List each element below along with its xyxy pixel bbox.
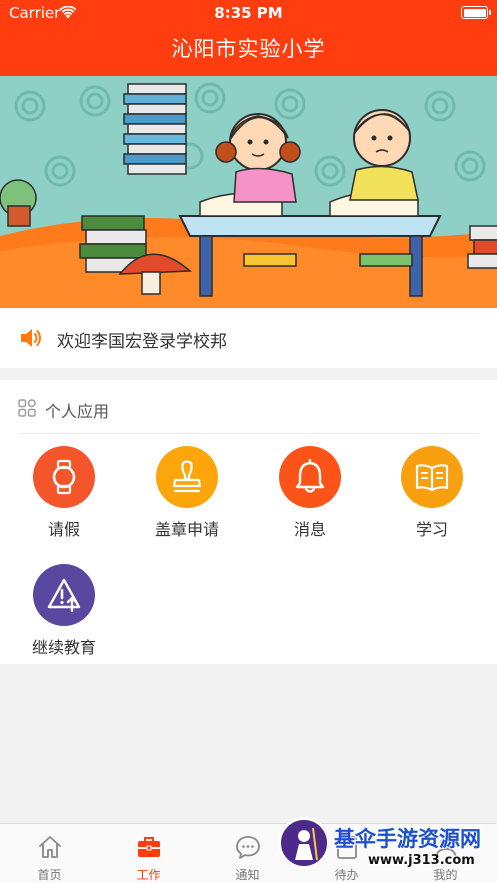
tab-home[interactable]: 首页 <box>0 824 99 883</box>
briefcase-icon <box>138 837 160 857</box>
stamp-icon <box>172 460 202 493</box>
watermark-logo-icon <box>278 817 330 869</box>
app-label: 学习 <box>415 520 448 539</box>
app-icon-circle <box>156 446 218 508</box>
chat-icon <box>236 836 260 859</box>
app-study[interactable]: 学习 <box>377 446 487 542</box>
app-label: 盖章申请 <box>154 520 219 539</box>
cartoon-kids-reading-illustration <box>0 76 497 308</box>
app-label: 继续教育 <box>31 638 96 657</box>
watermark-text: 基伞手游资源网 <box>334 827 481 851</box>
warning-upload-icon <box>47 578 81 613</box>
app-icon-circle <box>33 446 95 508</box>
grid-icon <box>18 399 36 417</box>
app-continuing-education[interactable]: 继续教育 <box>9 564 119 660</box>
app-icon-circle <box>279 446 341 508</box>
page-title: 沁阳市实验小学 <box>171 37 326 61</box>
app-leave-request[interactable]: 请假 <box>9 446 119 542</box>
app-header: Carrier 8:35 PM 沁阳市实验小学 <box>0 0 497 76</box>
status-bar: Carrier 8:35 PM <box>0 0 497 26</box>
app-label: 请假 <box>47 520 80 539</box>
app-stamp-request[interactable]: 盖章申请 <box>132 446 242 542</box>
status-time: 8:35 PM <box>214 4 283 22</box>
app-label: 消息 <box>293 520 326 539</box>
battery-icon <box>461 6 491 19</box>
bell-icon <box>295 459 325 493</box>
app-icon-circle <box>401 446 463 508</box>
home-icon <box>39 836 61 858</box>
section-divider <box>18 433 479 434</box>
watermark-url: www.j313.com <box>368 853 475 868</box>
watch-icon <box>52 459 76 495</box>
tab-label: 工作 <box>136 868 161 882</box>
tab-work[interactable]: 工作 <box>99 824 198 883</box>
app-messages[interactable]: 消息 <box>255 446 365 542</box>
personal-apps-section: 个人应用 请假 盖章申请 消息 学习 继续教育 <box>0 380 497 664</box>
book-icon <box>415 464 449 492</box>
site-watermark: 基伞手游资源网 www.j313.com <box>278 815 497 883</box>
app-icon-circle <box>33 564 95 626</box>
banner-image[interactable] <box>0 76 497 308</box>
section-title: 个人应用 <box>45 402 110 421</box>
tab-label: 首页 <box>37 868 62 882</box>
welcome-message: 欢迎李国宏登录学校邦 <box>57 332 227 352</box>
speaker-icon <box>21 329 41 347</box>
notice-bar: 欢迎李国宏登录学校邦 <box>0 308 497 368</box>
